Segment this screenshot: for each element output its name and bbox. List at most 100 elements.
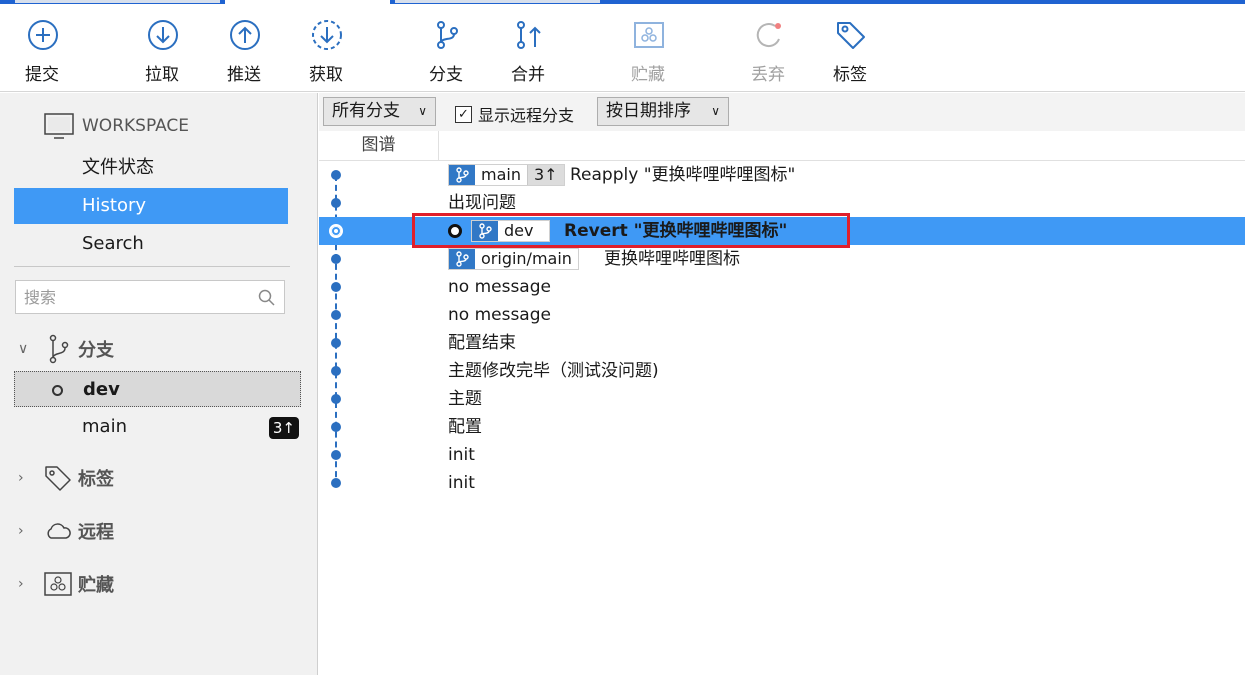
fetch-button[interactable]: 获取 <box>291 4 361 92</box>
commit-row[interactable]: init <box>319 469 1245 497</box>
discard-button[interactable]: 丢弃 <box>733 4 803 92</box>
branch-label: 分支 <box>429 65 463 85</box>
history-panel: 所有分支 ∨ ✓ 显示远程分支 按日期排序 ∨ 图谱 main 3↑ Reapp… <box>319 93 1245 675</box>
arrow-up-circle-icon <box>230 20 260 50</box>
branch-name: dev <box>83 379 120 400</box>
commit-row[interactable]: 主题 <box>319 385 1245 413</box>
branch-filter-dropdown[interactable]: 所有分支 ∨ <box>323 97 436 126</box>
branches-section-header[interactable]: ∨ 分支 <box>18 333 114 365</box>
commit-label: 提交 <box>25 65 59 85</box>
sidebar: WORKSPACE 文件状态 History Search ∨ <box>0 93 318 675</box>
commit-row[interactable]: 配置结束 <box>319 329 1245 357</box>
sidebar-item-label: History <box>82 195 147 216</box>
remotes-section-label: 远程 <box>78 522 114 543</box>
plus-circle-icon <box>28 20 58 50</box>
branch-item-main[interactable]: main 3↑ <box>14 409 301 445</box>
commit-message: no message <box>448 305 551 325</box>
stash-button[interactable]: 贮藏 <box>613 4 683 92</box>
tags-section-label: 标签 <box>78 469 114 490</box>
commit-row[interactable]: 主题修改完毕（测试没问题) <box>319 357 1245 385</box>
pull-button[interactable]: 拉取 <box>127 4 197 92</box>
branches-section-label: 分支 <box>78 340 114 361</box>
column-header: 图谱 <box>319 131 1245 161</box>
tags-section-header[interactable]: › 标签 <box>18 462 114 494</box>
commit-row[interactable]: init <box>319 441 1245 469</box>
fetch-label: 获取 <box>309 65 343 85</box>
toolbar: 提交 拉取 推送 获取 分支 合并 贮藏 丢弃 标签 <box>0 4 1245 92</box>
commit-row[interactable]: 配置 <box>319 413 1245 441</box>
chevron-down-icon[interactable]: ∨ <box>18 341 36 357</box>
branch-icon <box>449 249 475 269</box>
tag-icon <box>44 464 72 492</box>
push-button[interactable]: 推送 <box>209 4 279 92</box>
remotes-section-header[interactable]: › 远程 <box>18 515 114 547</box>
commit-row[interactable]: no message <box>319 301 1245 329</box>
ref-name: origin/main <box>481 249 572 268</box>
commit-message: 主题修改完毕（测试没问题) <box>448 361 659 381</box>
filter-bar: 所有分支 ∨ ✓ 显示远程分支 按日期排序 ∨ <box>319 93 1245 131</box>
ref-name: main <box>481 165 521 184</box>
branch-item-dev[interactable]: dev <box>14 371 301 407</box>
sidebar-item-search[interactable]: Search <box>14 226 288 262</box>
pull-label: 拉取 <box>145 65 179 85</box>
ahead-count-badge: 3↑ <box>526 165 564 185</box>
commit-row[interactable]: no message <box>319 273 1245 301</box>
checkbox-checked-icon[interactable]: ✓ <box>455 105 472 123</box>
chevron-right-icon[interactable]: › <box>18 523 36 539</box>
commit-row[interactable]: main 3↑ Reapply "更换哔哩哔哩图标" <box>319 161 1245 189</box>
merge-button[interactable]: 合并 <box>493 4 563 92</box>
workspace-header: WORKSPACE <box>44 111 189 141</box>
sourcetree-window: 提交 拉取 推送 获取 分支 合并 贮藏 丢弃 标签 WORKSPACE 文件状… <box>0 0 1245 675</box>
commit-node <box>331 422 341 432</box>
sidebar-item-history[interactable]: History <box>14 188 288 224</box>
search-icon[interactable] <box>258 289 276 307</box>
branch-ref-main[interactable]: main 3↑ <box>448 164 565 186</box>
tag-label: 标签 <box>833 65 867 85</box>
commit-message: Reapply "更换哔哩哔哩图标" <box>570 165 796 185</box>
sidebar-item-file-status[interactable]: 文件状态 <box>14 150 288 186</box>
stash-icon <box>44 572 72 596</box>
merge-label: 合并 <box>511 65 545 85</box>
repo-tab[interactable] <box>395 0 600 3</box>
tag-button[interactable]: 标签 <box>815 4 885 92</box>
show-remote-branches-toggle[interactable]: ✓ 显示远程分支 <box>455 102 574 126</box>
commit-node <box>331 198 341 208</box>
commit-node <box>331 478 341 488</box>
sidebar-item-label: 文件状态 <box>82 157 154 178</box>
workspace-title: WORKSPACE <box>82 116 190 136</box>
commit-row[interactable]: origin/main 更换哔哩哔哩图标 <box>319 245 1245 273</box>
branch-ref-origin-main[interactable]: origin/main <box>448 248 579 270</box>
search-input[interactable] <box>15 280 285 314</box>
show-remote-branches-label: 显示远程分支 <box>478 106 575 125</box>
commit-message: init <box>448 473 475 493</box>
sort-order-dropdown[interactable]: 按日期排序 ∨ <box>597 97 729 126</box>
repo-tab[interactable] <box>15 0 220 3</box>
commit-message: no message <box>448 277 551 297</box>
cloud-icon <box>44 521 72 541</box>
stashes-section-header[interactable]: › 贮藏 <box>18 568 114 600</box>
chevron-down-icon: ∨ <box>418 104 427 118</box>
chevron-right-icon[interactable]: › <box>18 576 36 592</box>
chevron-right-icon[interactable]: › <box>18 470 36 486</box>
commit-node <box>331 394 341 404</box>
merge-icon <box>517 21 541 49</box>
sort-order-value: 按日期排序 <box>606 101 691 121</box>
commit-button[interactable]: 提交 <box>7 4 77 92</box>
commit-node <box>331 170 341 180</box>
branch-icon <box>449 165 475 185</box>
fetch-dashed-circle-icon <box>312 20 342 50</box>
commit-node <box>331 450 341 460</box>
stash-icon <box>634 22 664 48</box>
branch-name: main <box>82 416 127 437</box>
commit-message: init <box>448 445 475 465</box>
sidebar-divider <box>14 266 290 267</box>
commit-node <box>331 310 341 320</box>
sidebar-item-label: Search <box>82 233 144 254</box>
graph-column-header[interactable]: 图谱 <box>319 131 439 161</box>
stash-label: 贮藏 <box>631 65 665 85</box>
commit-node <box>331 254 341 264</box>
branch-button[interactable]: 分支 <box>411 4 481 92</box>
monitor-icon <box>44 113 74 139</box>
commit-message: 配置 <box>448 417 482 437</box>
commit-message: 配置结束 <box>448 333 516 353</box>
